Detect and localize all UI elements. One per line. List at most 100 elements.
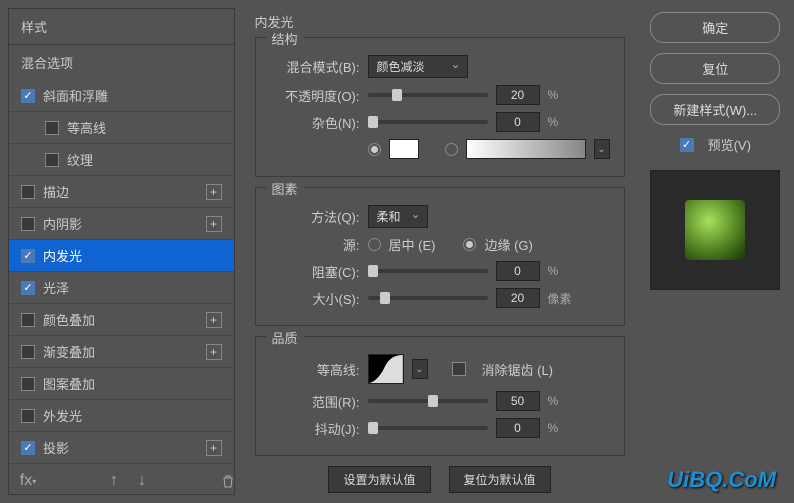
style-checkbox[interactable] [21,89,35,103]
blend-mode-label: 混合模式(B): [270,57,360,76]
range-slider[interactable] [368,399,488,403]
sidebar-footer: fx▾ ↑ ↓ [8,467,248,495]
ok-button[interactable]: 确定 [650,12,780,43]
add-instance-button[interactable]: + [206,184,222,200]
style-checkbox[interactable] [21,281,35,295]
style-checkbox[interactable] [21,249,35,263]
size-input[interactable] [496,288,540,308]
quality-group: 品质 等高线: ⌄ 消除锯齿 (L) 范围(R): % 抖动(J): [255,336,625,456]
structure-group: 结构 混合模式(B): 颜色减淡 不透明度(O): % 杂色(N): % [255,37,625,177]
noise-label: 杂色(N): [270,113,360,132]
source-edge-label: 边缘 (G) [484,235,532,254]
antialias-label: 消除锯齿 (L) [482,360,554,379]
antialias-checkbox[interactable] [452,362,466,376]
percent-unit: % [548,88,559,102]
fx-icon[interactable]: fx▾ [20,473,36,489]
opacity-input[interactable] [496,85,540,105]
range-input[interactable] [496,391,540,411]
style-item-10[interactable]: 外发光 [9,400,234,432]
style-item-9[interactable]: 图案叠加 [9,368,234,400]
color-radio[interactable] [368,143,381,156]
style-checkbox[interactable] [21,441,35,455]
percent-unit: % [548,394,559,408]
gradient-swatch[interactable] [466,139,586,159]
contour-label: 等高线: [270,360,360,379]
source-center-radio[interactable] [368,238,381,251]
blending-options[interactable]: 混合选项 [9,45,234,80]
style-checkbox[interactable] [21,313,35,327]
method-label: 方法(Q): [270,207,360,226]
reset-default-button[interactable]: 复位为默认值 [449,466,551,493]
style-item-2[interactable]: 纹理 [9,144,234,176]
preview-checkbox[interactable] [680,138,694,152]
style-checkbox[interactable] [21,217,35,231]
style-item-label: 光泽 [43,278,69,297]
color-swatch[interactable] [389,139,419,159]
style-item-label: 斜面和浮雕 [43,86,108,105]
effect-title: 内发光 [255,12,625,31]
right-panel: 确定 复位 新建样式(W)... 预览(V) [645,8,787,495]
method-select[interactable]: 柔和 [368,205,428,228]
source-label: 源: [270,235,360,254]
trash-icon[interactable] [220,473,236,489]
style-item-label: 纹理 [67,150,93,169]
style-item-label: 内阴影 [43,214,82,233]
opacity-label: 不透明度(O): [270,86,360,105]
style-checkbox[interactable] [21,345,35,359]
arrow-down-icon[interactable]: ↓ [134,473,150,489]
style-item-label: 渐变叠加 [43,342,95,361]
source-center-label: 居中 (E) [389,235,436,254]
style-item-3[interactable]: 描边+ [9,176,234,208]
add-instance-button[interactable]: + [206,344,222,360]
gradient-dropdown-icon[interactable]: ⌄ [594,139,610,159]
contour-swatch[interactable] [368,354,404,384]
size-label: 大小(S): [270,289,360,308]
contour-dropdown-icon[interactable]: ⌄ [412,359,428,379]
style-item-6[interactable]: 光泽 [9,272,234,304]
style-item-1[interactable]: 等高线 [9,112,234,144]
style-item-label: 等高线 [67,118,106,137]
style-item-11[interactable]: 投影 + [9,432,234,464]
percent-unit: % [548,115,559,129]
style-item-0[interactable]: 斜面和浮雕 [9,80,234,112]
noise-slider[interactable] [368,120,488,124]
style-item-4[interactable]: 内阴影 + [9,208,234,240]
style-item-7[interactable]: 颜色叠加+ [9,304,234,336]
size-slider[interactable] [368,296,488,300]
add-instance-button[interactable]: + [206,312,222,328]
style-checkbox[interactable] [21,409,35,423]
set-default-button[interactable]: 设置为默认值 [328,466,430,493]
style-sidebar: 样式 混合选项 斜面和浮雕等高线纹理描边+ 内阴影 + 内发光光泽颜色叠加+ 渐变叠加 +… [8,8,235,495]
source-edge-radio[interactable] [463,238,476,251]
jitter-slider[interactable] [368,426,488,430]
style-checkbox[interactable] [45,121,59,135]
quality-legend: 品质 [266,328,304,347]
blend-mode-select[interactable]: 颜色减淡 [368,55,468,78]
choke-input[interactable] [496,261,540,281]
style-checkbox[interactable] [21,185,35,199]
style-checkbox[interactable] [45,153,59,167]
choke-label: 阻塞(C): [270,262,360,281]
arrow-up-icon[interactable]: ↑ [106,473,122,489]
reset-button[interactable]: 复位 [650,53,780,84]
watermark: UiBQ.CoM [667,467,776,493]
main-panel: 内发光 结构 混合模式(B): 颜色减淡 不透明度(O): % 杂色(N): % [243,8,637,495]
jitter-input[interactable] [496,418,540,438]
style-item-label: 内发光 [43,246,82,265]
noise-input[interactable] [496,112,540,132]
new-style-button[interactable]: 新建样式(W)... [650,94,780,125]
range-label: 范围(R): [270,392,360,411]
add-instance-button[interactable]: + [206,216,222,232]
add-instance-button[interactable]: + [206,440,222,456]
percent-unit: % [548,421,559,435]
style-item-5[interactable]: 内发光 [9,240,234,272]
sidebar-header: 样式 [9,9,234,45]
gradient-radio[interactable] [445,143,458,156]
style-item-8[interactable]: 渐变叠加 + [9,336,234,368]
elements-legend: 图素 [266,179,304,198]
choke-slider[interactable] [368,269,488,273]
preview-label: 预览(V) [708,135,751,154]
opacity-slider[interactable] [368,93,488,97]
style-item-label: 投影 [43,438,69,457]
style-checkbox[interactable] [21,377,35,391]
